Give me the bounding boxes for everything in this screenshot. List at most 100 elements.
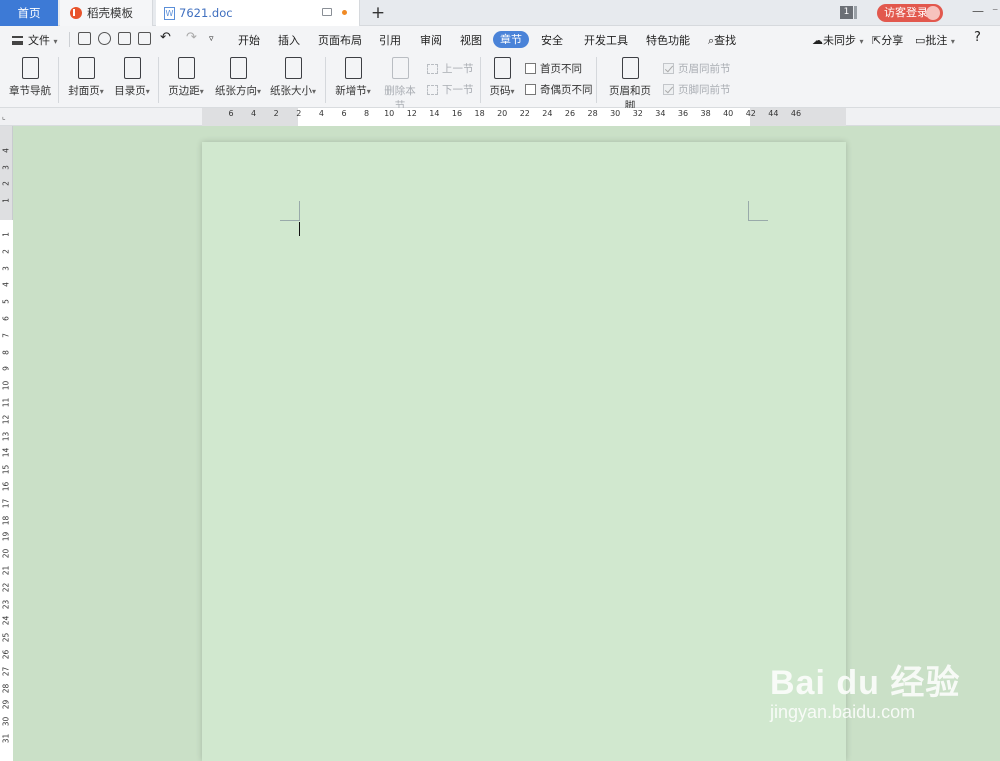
window-count-badge[interactable]: 1 [840,6,857,19]
baidu-watermark: Bai du 经验 jingyan.baidu.com [770,655,990,745]
menu-tab-start[interactable]: 开始 [238,32,260,48]
orientation-button[interactable]: 纸张方向▾ [213,57,263,98]
chevron-down-icon: ▾ [366,87,371,96]
menu-tab-security[interactable]: 安全 [541,32,563,48]
ruler-tick-label: 7 [1,332,11,338]
page-number-button[interactable]: 页码▾ [487,57,517,98]
ruler-tick-label: 32 [632,109,643,118]
delete-section-button[interactable]: 删除本节 [380,57,420,113]
odd-even-diff-checkbox[interactable]: 奇偶页不同 [525,82,593,97]
footer-same-prev-checkbox[interactable]: 页脚同前节 [663,82,731,97]
monitor-icon[interactable] [322,8,332,16]
paper-size-icon [284,57,302,79]
ruler-tick-label: 20 [497,109,508,118]
ruler-tick-label: 29 [1,700,11,710]
search-button[interactable]: ⌕查找 [708,32,736,48]
chapter-nav-button[interactable]: 章节导航 [9,57,51,98]
prev-section-button[interactable]: 上一节 [427,61,474,76]
ruler-tick-label: 28 [1,683,11,693]
ruler-tick-label: 26 [564,109,576,118]
template-logo-icon [70,7,82,19]
menu-tab-layout[interactable]: 页面布局 [318,32,362,48]
chevron-down-icon: ▾ [53,37,58,46]
help-button[interactable]: ? [974,30,981,45]
new-section-button[interactable]: 新增节▾ [333,57,373,98]
tab-template[interactable]: 稻壳模板 [60,0,153,26]
horizontal-ruler[interactable]: 6 4 2 2 4 6 8 10 12 14 16 18 20 22 24 26 28 30 32 34 36 38 40 4… [0,108,1000,126]
tab-stop-icon[interactable]: ⌞ [2,112,6,121]
toc-page-label: 目录页 [114,85,146,97]
ruler-tick-label: 4 [1,282,11,288]
ruler-tick-label: 38 [700,109,711,118]
search-label: 查找 [714,34,737,47]
menu-tab-review[interactable]: 审阅 [420,32,442,48]
separator [158,57,159,103]
share-button[interactable]: ⇱分享 [872,32,903,48]
corner-mark-left [280,201,300,221]
print-preview-icon[interactable] [138,32,151,45]
menu-tab-insert[interactable]: 插入 [278,32,300,48]
tab-home[interactable]: 首页 [0,0,58,26]
login-button[interactable]: 访客登录 [877,4,943,22]
tab-home-label: 首页 [17,6,41,20]
chevron-down-icon: ▾ [859,37,864,46]
margin-button[interactable]: 页边距▾ [166,57,206,98]
new-tab-button[interactable]: + [368,2,388,24]
ruler-tick-label: 16 [1,481,11,492]
separator [58,57,59,103]
menu-tab-view[interactable]: 视图 [460,32,482,48]
ruler-tick-label: 31 [1,733,11,744]
save-icon[interactable] [78,32,91,45]
comment-button[interactable]: ▭批注 ▾ [915,32,955,48]
print-icon[interactable] [118,32,131,45]
new-section-icon [344,57,362,79]
next-section-label: 下一节 [442,84,474,96]
ruler-tick-label: 24 [1,616,11,626]
menu-tab-reference[interactable]: 引用 [379,32,401,48]
ruler-tick-label: 5 [1,299,11,305]
watermark-brand: Bai du 经验 [770,664,961,702]
separator [69,32,70,47]
paper-size-button[interactable]: 纸张大小▾ [268,57,318,98]
customize-toolbar-icon[interactable]: ▿ [209,34,214,44]
tab-template-label: 稻壳模板 [87,6,133,20]
odd-even-diff-label: 奇偶页不同 [540,84,593,96]
ruler-tick-label: 16 [451,109,463,118]
menu-tab-developer[interactable]: 开发工具 [584,32,628,48]
sync-button[interactable]: ☁未同步 ▾ [812,32,864,48]
chevron-down-icon: ▾ [256,87,261,96]
minimize-button[interactable]: — [972,4,984,18]
format-painter-icon[interactable] [98,32,111,45]
ruler-tick-label: 11 [1,397,11,408]
window-more-button[interactable]: ⁻ [992,4,998,18]
undo-icon[interactable]: ↶ [160,30,171,45]
header-footer-button[interactable]: 页眉和页脚 [604,57,656,113]
header-same-prev-label: 页眉同前节 [678,63,731,75]
vertical-ruler[interactable]: 4 3 2 1 1 2 3 4 5 6 7 8 9 10 11 12 13 14 15 16 17 18 19 20 21 22 2… [0,126,13,761]
sync-label: 未同步 [823,34,856,47]
tab-document[interactable]: W 7621.doc [156,0,360,26]
chevron-down-icon: ▾ [510,87,515,96]
header-same-prev-checkbox[interactable]: 页眉同前节 [663,61,731,76]
menu-tab-features[interactable]: 特色功能 [646,32,690,48]
file-menu[interactable]: 文件 ▾ [12,32,58,48]
ruler-tick-label: 9 [1,366,11,372]
ruler-tick-label: 14 [1,448,11,458]
ruler-tick-label: 18 [1,515,11,525]
cover-page-button[interactable]: 封面页▾ [66,57,106,98]
redo-icon[interactable]: ↷ [186,30,197,45]
first-page-diff-checkbox[interactable]: 首页不同 [525,61,582,76]
cloud-icon: ☁ [812,34,823,47]
chapter-nav-label: 章节导航 [9,85,51,97]
comment-icon: ▭ [915,34,926,47]
ruler-tick-label: 30 [610,109,621,118]
ruler-tick-label: 46 [790,109,802,118]
ruler-tick-label: 1 [1,232,11,237]
next-section-button[interactable]: 下一节 [427,82,474,97]
checkbox-box [525,84,536,95]
ruler-tick-label: 36 [677,109,689,118]
menu-tab-chapter[interactable]: 章节 [493,31,529,48]
watermark-url: jingyan.baidu.com [770,702,916,722]
ruler-tick-label: 27 [1,666,11,677]
toc-page-button[interactable]: 目录页▾ [112,57,152,98]
